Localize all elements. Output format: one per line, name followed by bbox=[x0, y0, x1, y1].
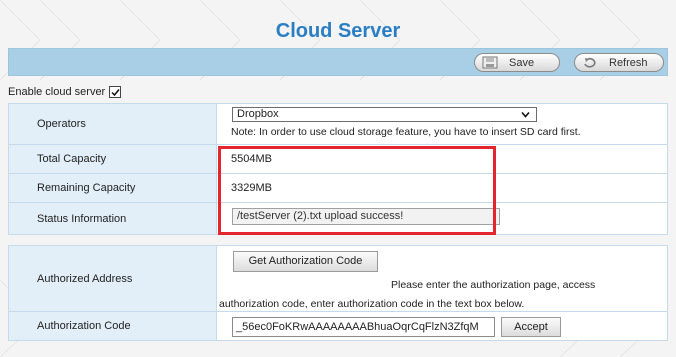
remaining-capacity-label: Remaining Capacity bbox=[9, 174, 217, 202]
authorization-code-row: Authorization Code _56ec0FoKRwAAAAAAAABh… bbox=[9, 312, 667, 340]
refresh-button[interactable]: Refresh bbox=[574, 53, 664, 72]
authorization-note-line1: Please enter the authorization page, acc… bbox=[391, 279, 596, 291]
page-title: Cloud Server bbox=[275, 20, 401, 42]
remaining-capacity-row: Remaining Capacity 3329MB bbox=[9, 174, 667, 203]
status-information-row: Status Information /testServer (2).txt u… bbox=[9, 203, 667, 234]
total-capacity-label: Total Capacity bbox=[9, 145, 217, 173]
toolbar: Save Refresh bbox=[8, 48, 668, 76]
operators-note: Note: In order to use cloud storage feat… bbox=[231, 126, 581, 138]
total-capacity-value: 5504MB bbox=[231, 153, 272, 165]
remaining-capacity-value: 3329MB bbox=[231, 182, 272, 194]
authorization-table: Authorized Address Get Authorization Cod… bbox=[8, 245, 668, 341]
get-authorization-code-button[interactable]: Get Authorization Code bbox=[233, 251, 378, 272]
enable-cloud-server-label: Enable cloud server bbox=[8, 86, 106, 98]
authorization-note-line2: authorization code, enter authorization … bbox=[219, 298, 525, 310]
refresh-label: Refresh bbox=[609, 56, 648, 69]
authorization-code-input[interactable]: _56ec0FoKRwAAAAAAAABhuaOqrCqFlzN3ZfqM bbox=[232, 317, 495, 337]
total-capacity-row: Total Capacity 5504MB bbox=[9, 145, 667, 174]
save-button[interactable]: Save bbox=[474, 53, 560, 72]
authorized-address-row: Authorized Address Get Authorization Cod… bbox=[9, 246, 667, 312]
chevron-down-icon bbox=[521, 111, 530, 118]
save-icon bbox=[481, 56, 499, 69]
authorized-address-label: Authorized Address bbox=[9, 246, 217, 311]
checkmark-icon bbox=[111, 88, 120, 96]
operators-select-value: Dropbox bbox=[237, 108, 279, 120]
operators-select[interactable]: Dropbox bbox=[232, 107, 537, 122]
save-label: Save bbox=[509, 56, 535, 69]
enable-cloud-server-checkbox[interactable] bbox=[109, 86, 122, 98]
operators-row: Operators Dropbox Note: In order to use … bbox=[9, 104, 667, 145]
accept-button[interactable]: Accept bbox=[501, 317, 561, 337]
authorization-code-label: Authorization Code bbox=[9, 312, 217, 340]
enable-cloud-server-row: Enable cloud server bbox=[8, 86, 122, 98]
refresh-icon bbox=[581, 56, 599, 69]
status-information-label: Status Information bbox=[9, 203, 217, 234]
operators-label: Operators bbox=[9, 104, 217, 144]
status-information-field: /testServer (2).txt upload success! bbox=[232, 208, 500, 225]
cloud-settings-table: Operators Dropbox Note: In order to use … bbox=[8, 103, 668, 235]
